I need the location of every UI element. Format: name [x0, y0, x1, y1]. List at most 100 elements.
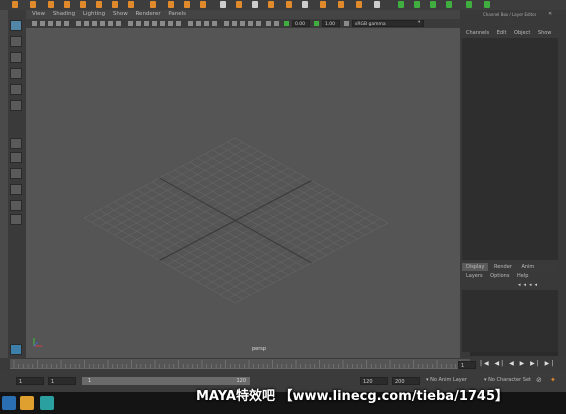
tab-display[interactable]: Display: [462, 263, 489, 271]
shelf-tool-icon[interactable]: [268, 1, 274, 8]
preferences-icon[interactable]: ✦: [550, 376, 556, 384]
tab-anim[interactable]: Anim: [517, 263, 538, 271]
menu-help[interactable]: Help: [517, 273, 528, 279]
single-view-layout-icon[interactable]: [10, 138, 22, 149]
close-icon[interactable]: ✕: [548, 11, 552, 17]
menu-options[interactable]: Options: [490, 273, 509, 279]
xray-components-icon[interactable]: [240, 21, 245, 26]
menu-view[interactable]: View: [32, 11, 45, 17]
exposure-field[interactable]: 0.00: [292, 20, 310, 27]
depth-of-field-icon[interactable]: [212, 21, 217, 26]
shelf-tool-icon[interactable]: [12, 1, 18, 8]
shelf-tool-icon[interactable]: [320, 1, 326, 8]
xray-joints-icon[interactable]: [232, 21, 237, 26]
paint-select-tool-icon[interactable]: [10, 52, 22, 63]
menu-channels[interactable]: Channels: [466, 30, 489, 36]
image-plane-icon[interactable]: [56, 21, 61, 26]
lights-icon[interactable]: [168, 21, 173, 26]
shelf-tool-icon[interactable]: [30, 1, 36, 8]
shelf-tool-icon[interactable]: [112, 1, 118, 8]
wireframe-color-icon[interactable]: [248, 21, 253, 26]
menu-shading[interactable]: Shading: [53, 11, 75, 17]
view-transform-select[interactable]: sRGB gamma: [352, 20, 424, 27]
isolate-select-icon[interactable]: [224, 21, 229, 26]
outliner-layout-icon[interactable]: [10, 214, 22, 225]
playback-end-field[interactable]: 120: [360, 377, 388, 385]
move-tool-icon[interactable]: [10, 68, 22, 79]
maya-app-icon[interactable]: [40, 396, 54, 410]
playback-start-field[interactable]: 1: [48, 377, 76, 385]
gamma-icon[interactable]: [314, 21, 319, 26]
time-slider[interactable]: [10, 359, 470, 369]
shelf-tool-icon[interactable]: [150, 1, 156, 8]
gate-mask-icon[interactable]: [92, 21, 97, 26]
camera-view-icon[interactable]: [266, 21, 271, 26]
four-view-layout-icon[interactable]: [10, 152, 22, 163]
start-frame-field[interactable]: 1: [16, 377, 44, 385]
ambient-occlusion-icon[interactable]: [188, 21, 193, 26]
select-tool-icon[interactable]: [10, 20, 22, 31]
shelf-tool-icon[interactable]: [338, 1, 344, 8]
menu-object[interactable]: Object: [514, 30, 530, 36]
gamma-field[interactable]: 1.00: [322, 20, 340, 27]
shelf-tool-icon[interactable]: [398, 1, 404, 8]
shelf-tool-icon[interactable]: [200, 1, 206, 8]
film-gate-icon[interactable]: [76, 21, 81, 26]
resolution-gate-icon[interactable]: [84, 21, 89, 26]
shelf-tool-icon[interactable]: [466, 1, 472, 8]
start-icon[interactable]: [2, 396, 16, 410]
menu-lighting[interactable]: Lighting: [83, 11, 105, 17]
menu-edit[interactable]: Edit: [497, 30, 507, 36]
range-slider[interactable]: 1 120: [82, 377, 250, 385]
scale-tool-icon[interactable]: [10, 100, 22, 111]
backface-culling-icon[interactable]: [256, 21, 261, 26]
shelf-tool-icon[interactable]: [356, 1, 362, 8]
menu-panels[interactable]: Panels: [168, 11, 186, 17]
safe-title-icon[interactable]: [116, 21, 121, 26]
shelf-tool-icon[interactable]: [236, 1, 242, 8]
anim-layer-select[interactable]: ▾ No Anim Layer: [426, 377, 467, 383]
shelf-tool-icon[interactable]: [414, 1, 420, 8]
shelf-tool-icon[interactable]: [64, 1, 70, 8]
motion-blur-icon[interactable]: [196, 21, 201, 26]
shelf-tool-icon[interactable]: [80, 1, 86, 8]
playback-controls[interactable]: |◀ ◀| ◀ ▶ ▶| ▶|: [480, 360, 555, 367]
shelf-tool-icon[interactable]: [374, 1, 380, 8]
current-frame-field[interactable]: 1: [458, 361, 476, 369]
smooth-shade-icon[interactable]: [136, 21, 141, 26]
bookmark-icon[interactable]: [48, 21, 53, 26]
shelf-tool-icon[interactable]: [302, 1, 308, 8]
shelf-tool-icon[interactable]: [286, 1, 292, 8]
persp-graph-layout-icon[interactable]: [10, 184, 22, 195]
shelf-tool-icon[interactable]: [184, 1, 190, 8]
menu-layers[interactable]: Layers: [466, 273, 483, 279]
lasso-tool-icon[interactable]: [10, 36, 22, 47]
file-explorer-icon[interactable]: [20, 396, 34, 410]
shelf-tool-icon[interactable]: [446, 1, 452, 8]
shelf-tool-icon[interactable]: [430, 1, 436, 8]
end-frame-field[interactable]: 200: [392, 377, 420, 385]
shelf-tool-icon[interactable]: [128, 1, 134, 8]
app-home-icon[interactable]: [10, 344, 22, 355]
panel-layout-icon[interactable]: [274, 21, 279, 26]
menu-show[interactable]: Show: [113, 11, 128, 17]
wireframe-icon[interactable]: [128, 21, 133, 26]
shelf-tool-icon[interactable]: [168, 1, 174, 8]
persp-outliner-layout-icon[interactable]: [10, 200, 22, 211]
xray-icon[interactable]: [152, 21, 157, 26]
shelf-tool-icon[interactable]: [220, 1, 226, 8]
horizontal-scrollbar[interactable]: [470, 352, 558, 356]
camera-attributes-icon[interactable]: [40, 21, 45, 26]
camera-select-icon[interactable]: [32, 21, 37, 26]
exposure-icon[interactable]: [284, 21, 289, 26]
shelf-tool-icon[interactable]: [48, 1, 54, 8]
anti-aliasing-icon[interactable]: [204, 21, 209, 26]
layer-buttons[interactable]: ◂◂◂◂: [518, 282, 540, 288]
menu-renderer[interactable]: Renderer: [135, 11, 160, 17]
side-by-side-layout-icon[interactable]: [10, 168, 22, 179]
shelf-tool-icon[interactable]: [96, 1, 102, 8]
shelf-tool-icon[interactable]: [252, 1, 258, 8]
safe-action-icon[interactable]: [108, 21, 113, 26]
color-management-icon[interactable]: [344, 21, 349, 26]
shelf-tool-icon[interactable]: [484, 1, 490, 8]
